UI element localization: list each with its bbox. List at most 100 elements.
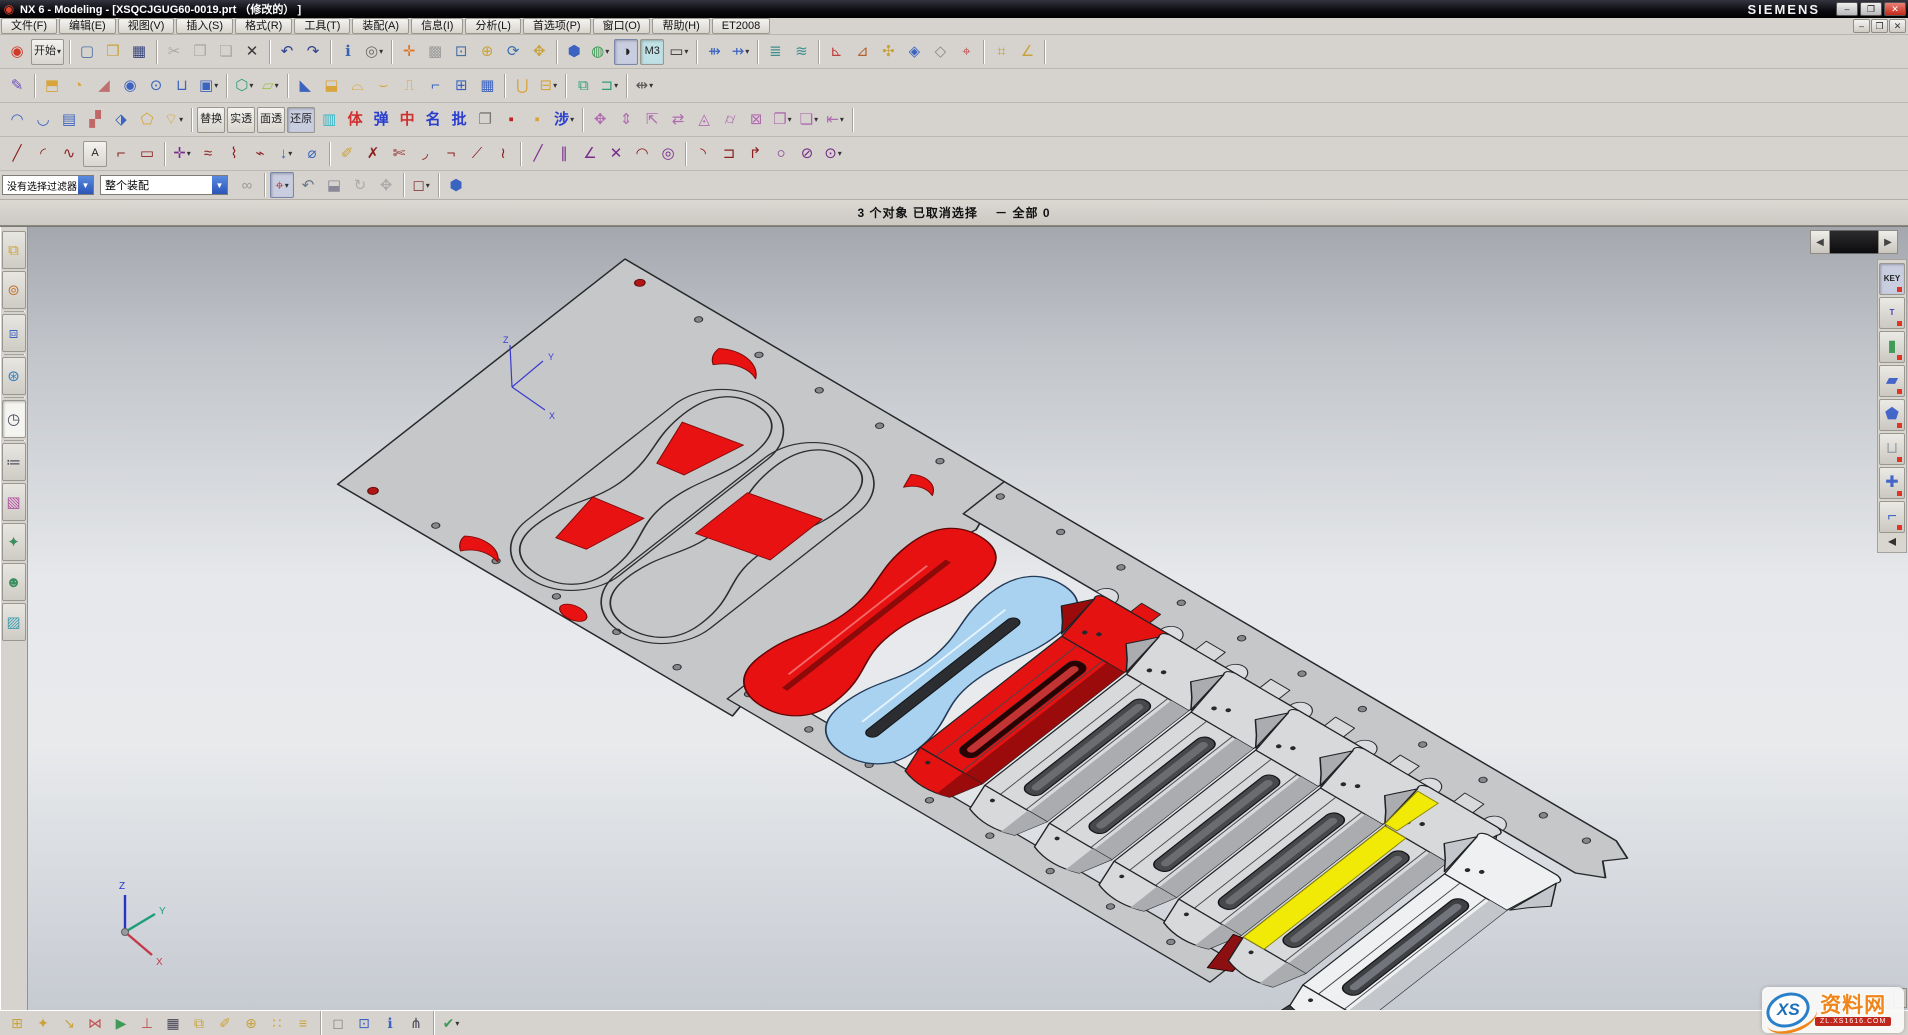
edit-feature-dimension-dropdown[interactable]: ▾ (649, 81, 653, 90)
linear-dimension-face-dropdown[interactable]: ▾ (840, 115, 844, 124)
fillet-curve[interactable]: ◞ (413, 141, 437, 167)
divide-curve[interactable]: ✄ (387, 141, 411, 167)
graphics-window[interactable]: Z Y X Z Y X ⧉⊚⧈⊛◷≔▧✦☻▨ ◀ ▶ KEYT▮▰⬟⊔✚⌐◂ (0, 226, 1908, 1010)
menu-insert[interactable]: 插入(S) (176, 18, 233, 34)
paste[interactable]: ❏ (214, 39, 238, 65)
background-toggle[interactable]: ◑ (614, 39, 638, 65)
solid-translucency-button[interactable]: 实透 (227, 107, 255, 133)
find-component-dropdown[interactable]: ▾ (379, 47, 383, 56)
replace-component[interactable]: ▶ (109, 1012, 133, 1034)
child-minimize-button[interactable]: – (1853, 19, 1870, 33)
shell[interactable]: ⬓ (319, 73, 343, 99)
section-surface[interactable]: ⬗ (109, 107, 133, 133)
rotate-view[interactable]: ⟳ (501, 39, 525, 65)
exploded-views[interactable]: ⊡ (352, 1012, 376, 1034)
block-dropdown[interactable]: ▾ (214, 81, 218, 90)
joggle[interactable]: ⌐ (423, 73, 447, 99)
scroll-right-button[interactable]: ▶ (1878, 230, 1898, 254)
component-pattern[interactable]: ∷ (265, 1012, 289, 1034)
trim-body-dropdown[interactable]: ▾ (553, 81, 557, 90)
rotate-point[interactable]: ↻ (348, 172, 372, 198)
batch-tool[interactable]: 批 (447, 107, 471, 133)
instance-geometry[interactable]: ⧉ (571, 73, 595, 99)
project-curve[interactable]: ↓▾ (274, 141, 298, 167)
associativity-toggle[interactable]: ✐ (335, 141, 359, 167)
point[interactable]: ✛▾ (170, 141, 194, 167)
child-restore-button[interactable]: ❐ (1871, 19, 1888, 33)
images-tab[interactable]: ▨ (2, 603, 26, 641)
refresh-view[interactable]: ▩ (423, 39, 447, 65)
boss[interactable]: ⊙ (144, 73, 168, 99)
paste-face[interactable]: ❏▾ (797, 107, 821, 133)
measure-distance[interactable]: ⌗ (989, 39, 1013, 65)
draft[interactable]: ◣ (293, 73, 317, 99)
interpart-link[interactable]: ∞ (235, 172, 259, 198)
chevron-down-icon[interactable]: ▼ (78, 176, 93, 194)
stretch-curve[interactable]: ⟋ (465, 141, 489, 167)
maximize-button[interactable]: ❐ (1860, 2, 1882, 16)
offset-face-dropdown[interactable]: ▾ (614, 81, 618, 90)
menu-analysis[interactable]: 分析(L) (465, 18, 520, 34)
gold-solid-display[interactable]: ▪ (525, 107, 549, 133)
swept-surface[interactable]: ▞ (83, 107, 107, 133)
center-locate[interactable]: 中 (395, 107, 419, 133)
close-button[interactable]: ✕ (1884, 2, 1906, 16)
replace-face[interactable]: ⇄ (666, 107, 690, 133)
shaded-view[interactable]: ⬢ (562, 39, 586, 65)
layer-visible-in-view[interactable]: ≋ (789, 39, 813, 65)
object-info[interactable]: ℹ (336, 39, 360, 65)
redo[interactable]: ↷ (301, 39, 325, 65)
rectangle-select[interactable]: ◻▾ (409, 172, 433, 198)
chevron-down-icon[interactable]: ▼ (212, 176, 227, 194)
constraint-navigator-tab[interactable]: ⊚ (2, 271, 26, 309)
through-curve-mesh[interactable]: ▤ (57, 107, 81, 133)
text-curve[interactable]: A (83, 141, 107, 167)
paste-face-dropdown[interactable]: ▾ (814, 115, 818, 124)
copy-face-dropdown[interactable]: ▾ (788, 115, 792, 124)
arc-three-point[interactable]: ◝ (691, 141, 715, 167)
unite[interactable]: ⋃ (510, 73, 534, 99)
copy-face[interactable]: ❐▾ (770, 107, 794, 133)
face-display[interactable]: ▥ (317, 107, 341, 133)
start-menu[interactable]: 开始▾ (31, 39, 64, 65)
offset-region[interactable]: ⇱ (640, 107, 664, 133)
menu-view[interactable]: 视图(V) (118, 18, 175, 34)
palette-plate-part[interactable]: ▰ (1879, 365, 1905, 397)
menu-preferences[interactable]: 首选项(P) (523, 18, 591, 34)
through-curves[interactable]: ◡ (31, 107, 55, 133)
edit-circles[interactable]: ◎ (656, 141, 680, 167)
menu-information[interactable]: 信息(I) (411, 18, 463, 34)
palette-bushing-part[interactable]: ⊔ (1879, 433, 1905, 465)
edit-intersect[interactable]: ✕ (604, 141, 628, 167)
move-object[interactable]: ⇻ (702, 39, 726, 65)
flange[interactable]: ⎍ (397, 73, 421, 99)
visual-reports-tab[interactable]: ▧ (2, 483, 26, 521)
resize-cylinder[interactable]: ⌭ (718, 107, 742, 133)
offset-curve[interactable]: ≈ (196, 141, 220, 167)
ruled-surface[interactable]: ◠ (5, 107, 29, 133)
block[interactable]: ▣▾ (196, 73, 221, 99)
name-display[interactable]: 名 (421, 107, 445, 133)
chamfer-curve[interactable]: ¬ (439, 141, 463, 167)
bridge-curve[interactable]: ⌇ (222, 141, 246, 167)
rendering-style[interactable]: ◍▾ (588, 39, 612, 65)
relations-browser[interactable]: ⋔ (404, 1012, 428, 1034)
roles-tab[interactable]: ✦ (2, 523, 26, 561)
red-solid-display[interactable]: ▪ (499, 107, 523, 133)
snap-point-dropdown[interactable]: ▾ (285, 181, 289, 190)
remember-constraints[interactable]: ▦ (161, 1012, 185, 1034)
menu-format[interactable]: 格式(R) (235, 18, 292, 34)
datum-plane-dropdown[interactable]: ▾ (275, 81, 279, 90)
point-set[interactable]: ◇ (928, 39, 952, 65)
part-navigator-tab[interactable]: ⧈ (2, 314, 26, 352)
circle-center-point[interactable]: ⊙▾ (821, 141, 845, 167)
pocket[interactable]: ⊔ (170, 73, 194, 99)
restore-button[interactable]: 还原 (287, 107, 315, 133)
new-file[interactable]: ▢ (75, 39, 99, 65)
verify-assembly[interactable]: ✔▾ (439, 1012, 463, 1034)
move-face[interactable]: ✥ (588, 107, 612, 133)
menu-assemblies[interactable]: 装配(A) (352, 18, 409, 34)
datum-csys[interactable]: ✣ (876, 39, 900, 65)
rectangle-curve[interactable]: ▭ (135, 141, 159, 167)
palette-t-part[interactable]: T (1879, 297, 1905, 329)
